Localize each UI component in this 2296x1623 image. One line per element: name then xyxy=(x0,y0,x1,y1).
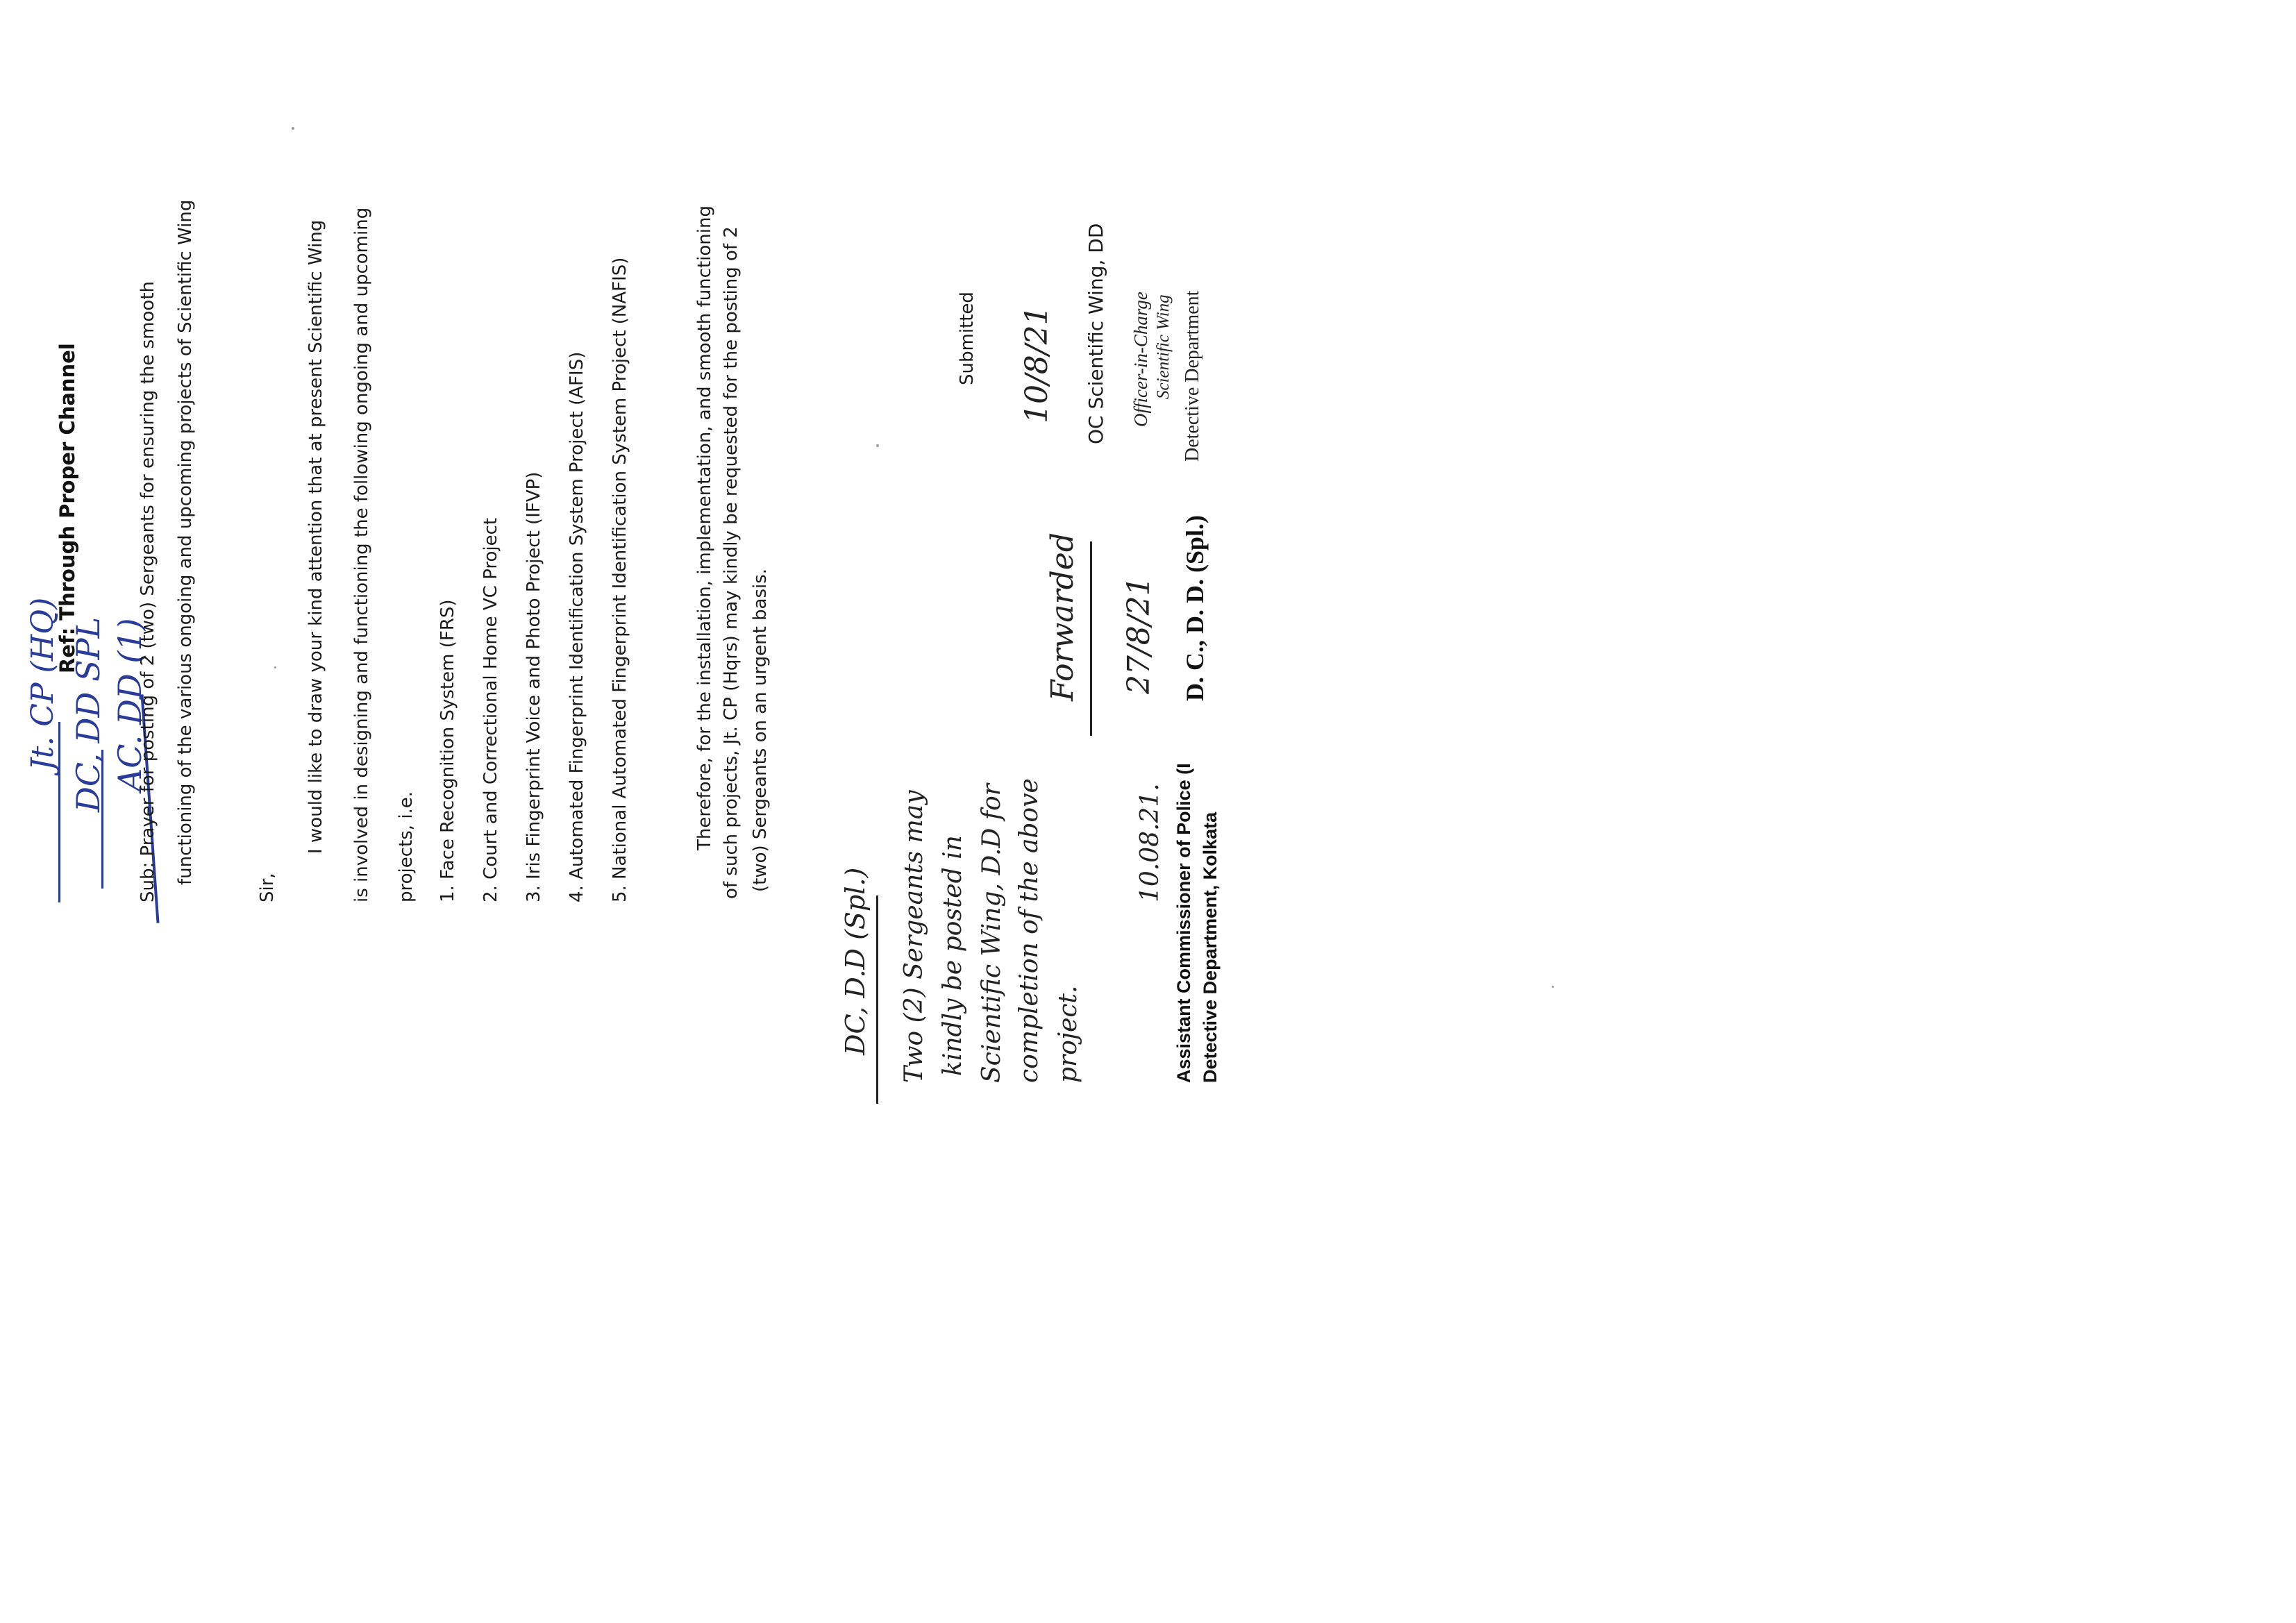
oc-title: OC Scientific Wing, DD xyxy=(1084,223,1107,444)
forwarded-sign-stroke xyxy=(1090,541,1092,736)
paragraph-2-line-3: (two) Sergeants on an urgent basis. xyxy=(750,568,771,892)
scan-speck xyxy=(876,444,879,447)
note-line-1: Two (2) Sergeants may xyxy=(900,790,928,1083)
blue-underline-2 xyxy=(101,750,103,889)
paragraph-2-line-1: Therefore, for the installation, impleme… xyxy=(694,205,715,850)
ac-stamp-line-2: Detective Department, Kolkata xyxy=(1200,812,1221,1083)
forwarded-date: 27/8/21 xyxy=(1121,576,1157,694)
forwarded-note: Forwarded xyxy=(1045,532,1080,701)
oc-stamp-line-1: Officer-in-Charge xyxy=(1130,292,1151,427)
ref-heading: Ref: Through Proper Channel xyxy=(56,343,79,673)
closing-submitted: Submitted xyxy=(957,292,978,385)
subject-line-2: functioning of the various ongoing and u… xyxy=(175,199,196,885)
paragraph-1-line-2: is involved in designing and functioning… xyxy=(351,207,372,902)
project-item-2: 2. Court and Correctional Home VC Projec… xyxy=(480,517,501,902)
dc-dd-spl-note: DC, D.D (Spl.) xyxy=(840,867,871,1055)
oc-stamp-line-2: Scientific Wing xyxy=(1154,294,1173,399)
project-item-4: 4. Automated Fingerprint Identification … xyxy=(567,351,587,902)
scan-speck xyxy=(292,127,294,130)
note-line-2: kindly be posted in xyxy=(939,835,967,1076)
note-line-5: project. xyxy=(1054,985,1082,1083)
scanned-letter-page: Jt. CP (HQ) DC, DD SPL AC. DD (1) Ref: T… xyxy=(0,0,2296,1623)
scan-speck xyxy=(1552,986,1554,988)
dc-dd-spl-stamp: D. C., D. D. (Spl.) xyxy=(1181,514,1209,701)
oc-stamp-line-3: Detective Department xyxy=(1182,290,1203,462)
note-line-3: Scientific Wing, D.D for xyxy=(978,784,1006,1083)
ac-stamp-line-1: Assistant Commissioner of Police (I xyxy=(1173,763,1194,1083)
blue-underline-1 xyxy=(58,722,60,902)
oc-signature-date: 10/8/21 xyxy=(1019,305,1055,423)
project-item-5: 5. National Automated Fingerprint Identi… xyxy=(610,257,630,902)
project-item-1: 1. Face Recognition System (FRS) xyxy=(437,599,458,902)
subject-line-1: Sub: Prayer for posting of 2 (two) Serge… xyxy=(137,281,158,902)
paragraph-2-line-2: of such projects, Jt. CP (Hqrs) may kind… xyxy=(721,226,741,899)
note-line-4: completion of the above xyxy=(1015,778,1044,1083)
paragraph-1-line-3: projects, i.e. xyxy=(396,791,417,902)
note-date: 10.08.21. xyxy=(1136,783,1164,902)
scan-speck xyxy=(274,666,276,668)
project-item-3: 3. Iris Fingerprint Voice and Photo Proj… xyxy=(523,471,544,902)
salutation: Sir, xyxy=(257,873,278,902)
note-underline xyxy=(876,895,878,1104)
paragraph-1-line-1: I would like to draw your kind attention… xyxy=(305,219,326,854)
